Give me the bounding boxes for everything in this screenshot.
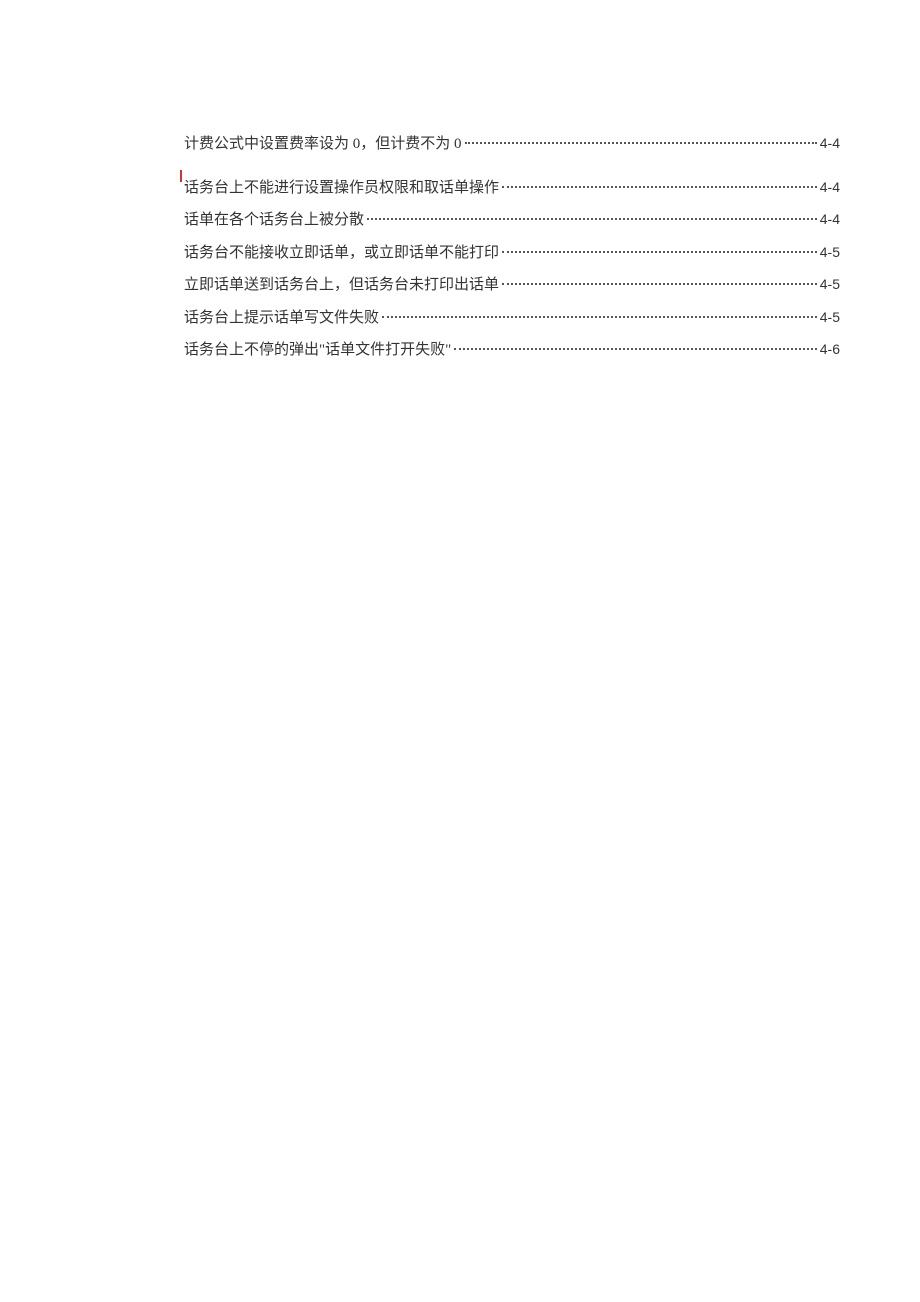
toc-leader-dots <box>465 142 817 144</box>
toc-page-number: 4-4 <box>820 132 840 156</box>
toc-title: 话务台不能接收立即话单，或立即话单不能打印 <box>184 241 499 267</box>
toc-entry: 计费公式中设置费率设为 0，但计费不为 0 4-4 <box>184 132 840 158</box>
toc-page-number: 4-5 <box>820 306 840 330</box>
toc-entry: 话单在各个话务台上被分散 4-4 <box>184 208 840 234</box>
toc-leader-dots <box>454 348 817 350</box>
toc-entry: 话务台上提示话单写文件失败 4-5 <box>184 306 840 332</box>
toc-leader-dots <box>502 186 817 188</box>
toc-title: 计费公式中设置费率设为 0，但计费不为 0 <box>184 132 462 158</box>
toc-entry: 立即话单送到话务台上，但话务台未打印出话单 4-5 <box>184 273 840 299</box>
toc-container: 计费公式中设置费率设为 0，但计费不为 0 4-4 话务台上不能进行设置操作员权… <box>0 0 920 364</box>
toc-entry: 话务台上不停的弹出"话单文件打开失败" 4-6 <box>184 338 840 364</box>
toc-leader-dots <box>367 218 817 220</box>
toc-title: 话务台上提示话单写文件失败 <box>184 306 379 332</box>
toc-page-number: 4-4 <box>820 208 840 232</box>
toc-page-number: 4-5 <box>820 273 840 297</box>
toc-title: 立即话单送到话务台上，但话务台未打印出话单 <box>184 273 499 299</box>
toc-page-number: 4-5 <box>820 241 840 265</box>
toc-leader-dots <box>382 316 817 318</box>
toc-leader-dots <box>502 283 817 285</box>
toc-page-number: 4-6 <box>820 338 840 362</box>
cursor-indicator <box>180 170 182 182</box>
toc-title: 话务台上不能进行设置操作员权限和取话单操作 <box>184 176 499 202</box>
toc-page-number: 4-4 <box>820 176 840 200</box>
toc-entry: 话务台上不能进行设置操作员权限和取话单操作 4-4 <box>184 176 840 202</box>
toc-entry: 话务台不能接收立即话单，或立即话单不能打印 4-5 <box>184 241 840 267</box>
toc-title: 话单在各个话务台上被分散 <box>184 208 364 234</box>
toc-leader-dots <box>502 251 817 253</box>
toc-title: 话务台上不停的弹出"话单文件打开失败" <box>184 338 451 364</box>
